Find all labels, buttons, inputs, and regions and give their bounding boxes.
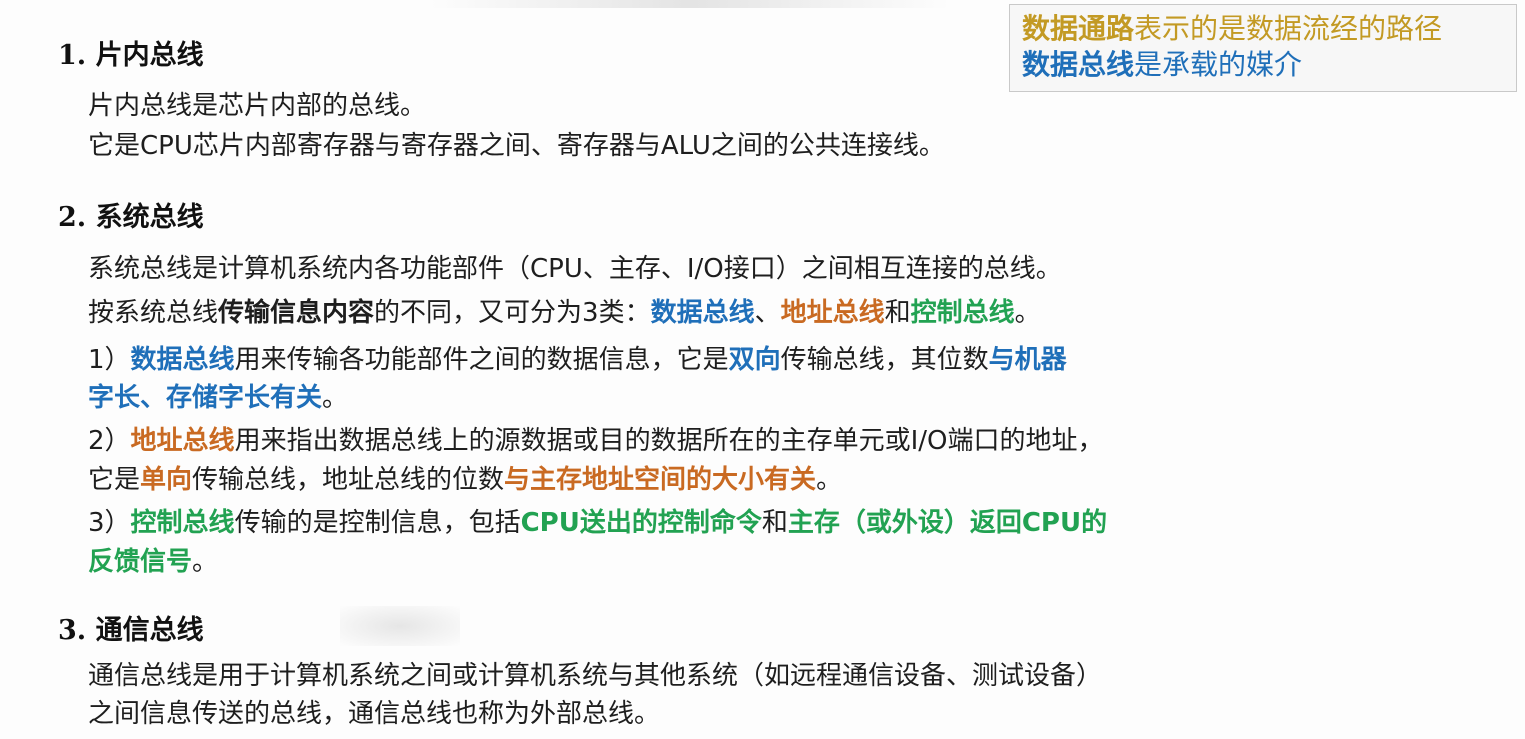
term-bidirectional: 双向 bbox=[728, 345, 781, 375]
list-item-continuation: 它是单向传输总线，地址总线的位数与主存地址空间的大小有关。 bbox=[88, 463, 842, 497]
blur-artifact bbox=[340, 606, 460, 646]
text-emphasis: CPU送出的控制命令 bbox=[520, 508, 762, 538]
list-item-data-bus: 1）数据总线用来传输各功能部件之间的数据信息，它是双向传输总线，其位数与机器 bbox=[88, 343, 1067, 377]
item-number: 2） bbox=[88, 426, 131, 456]
note-text: 表示的是数据流经的路径 bbox=[1134, 12, 1443, 45]
section-heading-system-bus: 2. 系统总线 bbox=[58, 202, 204, 233]
paragraph: 它是CPU芯片内部寄存器与寄存器之间、寄存器与ALU之间的公共连接线。 bbox=[88, 131, 945, 161]
text-emphasis: 与主存地址空间的大小有关 bbox=[504, 465, 817, 495]
paragraph: 之间信息传送的总线，通信总线也称为外部总线。 bbox=[88, 699, 661, 729]
note-line-data-bus: 数据总线是承载的媒介 bbox=[1022, 47, 1516, 83]
text-emphasis: 传输信息内容 bbox=[218, 298, 375, 328]
term-control-bus: 控制总线 bbox=[130, 508, 235, 538]
text: 。 bbox=[322, 383, 349, 413]
list-item-address-bus: 2）地址总线用来指出数据总线上的源数据或目的数据所在的主存单元或I/O端口的地址… bbox=[88, 424, 1103, 458]
term-unidirectional: 单向 bbox=[140, 465, 193, 495]
text: 按系统总线 bbox=[88, 298, 219, 328]
text: 。 bbox=[816, 465, 843, 495]
paragraph-bus-types: 按系统总线传输信息内容的不同，又可分为3类：数据总线、地址总线和控制总线。 bbox=[88, 296, 1041, 330]
item-number: 3） bbox=[88, 508, 131, 538]
paragraph: 通信总线是用于计算机系统之间或计算机系统与其他系统（如远程通信设备、测试设备） bbox=[88, 661, 1103, 691]
list-item-continuation: 反馈信号。 bbox=[88, 545, 218, 579]
text: 。 bbox=[1014, 298, 1041, 328]
text: 它是 bbox=[88, 465, 141, 495]
note-text: 是承载的媒介 bbox=[1134, 48, 1303, 81]
text: 传输总线，其位数 bbox=[780, 345, 989, 375]
text: 用来指出数据总线上的源数据或目的数据所在的主存单元或I/O端口的地址， bbox=[234, 426, 1104, 456]
term-address-bus: 地址总线 bbox=[130, 426, 235, 456]
text-emphasis: 主存（或外设）返回CPU的 bbox=[787, 508, 1108, 538]
text-emphasis: 反馈信号 bbox=[88, 547, 193, 577]
section-heading-communication-bus: 3. 通信总线 bbox=[58, 615, 204, 646]
text-emphasis: 与机器 bbox=[988, 345, 1067, 375]
text-emphasis: 字长、存储字长有关 bbox=[88, 383, 323, 413]
section-heading-onchip-bus: 1. 片内总线 bbox=[58, 40, 204, 71]
note-box: 数据通路表示的是数据流经的路径 数据总线是承载的媒介 bbox=[1009, 4, 1517, 92]
text: 传输的是控制信息，包括 bbox=[234, 508, 521, 538]
term-control-bus: 控制总线 bbox=[910, 298, 1015, 328]
term-address-bus: 地址总线 bbox=[780, 298, 885, 328]
list-item-control-bus: 3）控制总线传输的是控制信息，包括CPU送出的控制命令和主存（或外设）返回CPU… bbox=[88, 506, 1107, 540]
item-number: 1） bbox=[88, 345, 131, 375]
term-data-bus: 数据总线 bbox=[130, 345, 235, 375]
note-line-data-path: 数据通路表示的是数据流经的路径 bbox=[1022, 11, 1516, 47]
text: 和 bbox=[884, 298, 911, 328]
text: 。 bbox=[192, 547, 219, 577]
text: 的不同，又可分为3类： bbox=[374, 298, 651, 328]
text: 和 bbox=[761, 508, 788, 538]
text: 用来传输各功能部件之间的数据信息，它是 bbox=[234, 345, 729, 375]
note-highlight-data-path: 数据通路 bbox=[1022, 12, 1135, 45]
text: 传输总线，地址总线的位数 bbox=[192, 465, 505, 495]
paragraph: 系统总线是计算机系统内各功能部件（CPU、主存、I/O接口）之间相互连接的总线。 bbox=[88, 254, 1062, 284]
note-highlight-data-bus: 数据总线 bbox=[1022, 48, 1135, 81]
term-data-bus: 数据总线 bbox=[650, 298, 755, 328]
top-decoration bbox=[430, 0, 950, 8]
text: 、 bbox=[754, 298, 781, 328]
paragraph: 片内总线是芯片内部的总线。 bbox=[88, 91, 427, 121]
list-item-continuation: 字长、存储字长有关。 bbox=[88, 381, 348, 415]
